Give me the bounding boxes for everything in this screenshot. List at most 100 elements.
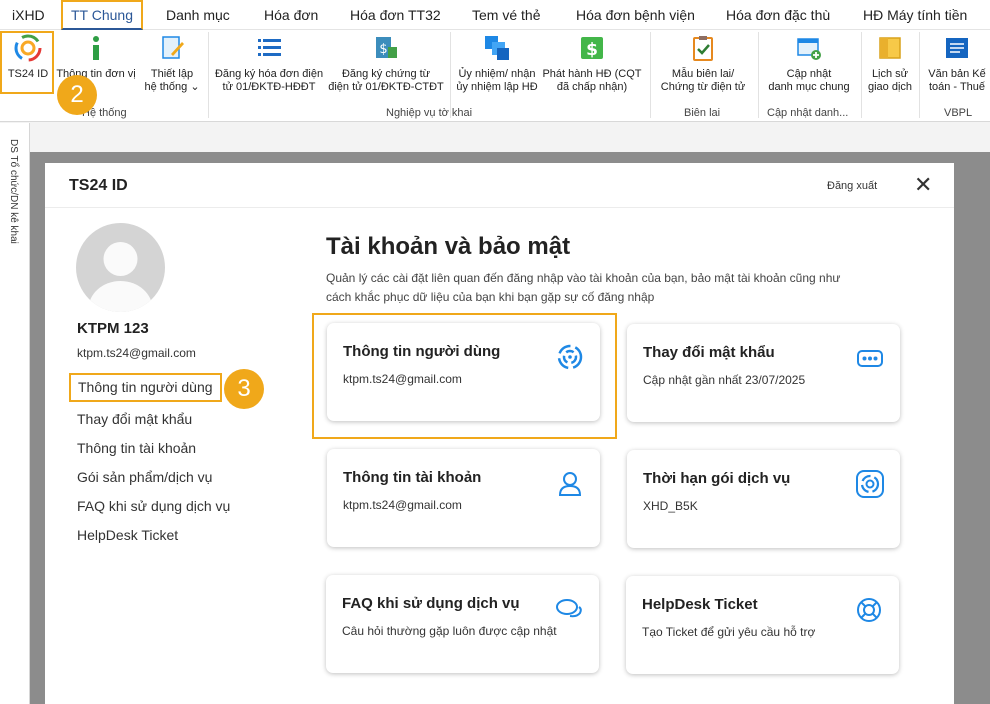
mau-bien-lai-label-1: Mẫu biên lai/ — [671, 68, 735, 80]
settings-document-icon — [162, 36, 184, 59]
dang-ky-hoa-don-label-2: tử 01/ĐKTĐ-HĐĐT — [222, 81, 316, 93]
logout-link[interactable]: Đăng xuất — [827, 180, 877, 192]
card-thoi-han-goi-dich-vu[interactable]: Thời hạn gói dịch vụ XHD_B5K — [627, 450, 900, 548]
swirl-badge-icon — [856, 470, 884, 498]
group-label-bien-lai: Biên lai — [684, 107, 721, 119]
money-document-icon: $ — [376, 37, 397, 58]
phat-hanh-hd-label-1: Phát hành HĐ (CQT — [542, 68, 642, 80]
tab-hoa-don-dac-thu[interactable]: Hóa đơn đặc thù — [726, 0, 830, 30]
avatar-silhouette-icon — [88, 242, 153, 312]
cap-nhat-label-2: danh mục chung — [768, 81, 850, 93]
ribbon-separator — [650, 32, 651, 118]
thiet-lap-label-2: hệ thống ⌄ — [144, 81, 200, 93]
tab-tt-chung[interactable]: TT Chung — [61, 0, 143, 30]
lich-su-label-1: Lịch sử — [871, 68, 909, 80]
nav-goi-san-pham[interactable]: Gói sản phẩm/dịch vụ — [77, 469, 212, 485]
cap-nhat-label-1: Cập nhật — [786, 68, 832, 80]
van-ban-label-1: Văn bản Kế — [928, 68, 986, 80]
nav-helpdesk[interactable]: HelpDesk Ticket — [77, 527, 178, 543]
avatar — [76, 223, 165, 312]
card-subtitle: XHD_B5K — [643, 499, 698, 513]
lich-su-giao-dich-button[interactable]: Lịch sử giao dịch — [864, 34, 916, 94]
ribbon-separator — [919, 32, 920, 118]
group-label-cap-nhat: Cập nhật danh... — [767, 107, 849, 119]
page-description: Quản lý các cài đặt liên quan đến đăng n… — [326, 271, 841, 304]
card-thay-doi-mat-khau[interactable]: Thay đổi mật khẩu Cập nhật gần nhất 23/0… — [627, 324, 900, 422]
tab-tem-ve-the[interactable]: Tem vé thẻ — [472, 0, 540, 30]
van-ban-ke-toan-button[interactable]: Văn bản Kế toán - Thuế — [924, 34, 990, 94]
dang-ky-hoa-don-label-1: Đăng ký hóa đơn điện — [214, 68, 324, 80]
uy-nhiem-button[interactable]: Ủy nhiệm/ nhận ủy nhiệm lập HĐ — [455, 34, 539, 94]
thong-tin-don-vi-button[interactable]: Thông tin đơn vị — [56, 34, 136, 81]
dang-ky-hoa-don-button[interactable]: Đăng ký hóa đơn điện tử 01/ĐKTĐ-HĐĐT — [213, 34, 325, 94]
nav-thong-tin-nguoi-dung[interactable]: Thông tin người dùng — [69, 373, 222, 402]
user-email: ktpm.ts24@gmail.com — [77, 346, 196, 360]
nav-faq[interactable]: FAQ khi sử dụng dịch vụ — [77, 498, 230, 514]
step-badge-3: 3 — [224, 369, 264, 409]
tab-hoa-don-benh-vien[interactable]: Hóa đơn bệnh viện — [576, 0, 695, 30]
van-ban-label-2: toán - Thuế — [928, 81, 986, 93]
thiet-lap-he-thong-button[interactable]: Thiết lập hệ thống ⌄ — [138, 34, 206, 94]
dang-ky-chung-tu-button[interactable]: $ Đăng ký chứng từ điện tử 01/ĐKTĐ-CTĐT — [328, 34, 444, 94]
mau-bien-lai-label-2: Chứng từ điện tử — [660, 81, 746, 93]
lifebuoy-icon — [857, 598, 881, 622]
mau-bien-lai-button[interactable]: Mẫu biên lai/ Chứng từ điện tử — [655, 34, 751, 94]
tab-hoa-don[interactable]: Hóa đơn — [264, 0, 318, 30]
card-subtitle: Câu hỏi thường gặp luôn được cập nhật — [342, 624, 557, 638]
divider — [45, 207, 954, 208]
dollar-sign-icon: $ — [581, 37, 603, 60]
card-subtitle: ktpm.ts24@gmail.com — [343, 498, 462, 512]
card-thong-tin-tai-khoan[interactable]: Thông tin tài khoản ktpm.ts24@gmail.com — [327, 449, 600, 547]
ribbon-toolbar: TS24 ID Thông tin đơn vị Thiết lập hệ th… — [0, 30, 990, 122]
svg-text:$: $ — [586, 40, 598, 60]
page-heading: Tài khoản và bảo mật — [326, 233, 571, 260]
menu-bar: iXHD TT Chung Danh mục Hóa đơn Hóa đơn T… — [0, 0, 990, 30]
card-subtitle: Cập nhật gần nhất 23/07/2025 — [643, 373, 806, 387]
uy-nhiem-label-1: Ủy nhiệm/ nhận — [458, 68, 536, 80]
card-title: HelpDesk Ticket — [642, 596, 758, 613]
lich-su-label-2: giao dịch — [867, 81, 913, 93]
user-icon — [558, 472, 582, 496]
window-add-icon — [797, 38, 821, 60]
card-title: Thời hạn gói dịch vụ — [643, 470, 791, 487]
ribbon-separator — [861, 32, 862, 118]
highlight-ts24-id — [0, 31, 54, 94]
card-title: Thay đổi mật khẩu — [643, 344, 775, 361]
user-name: KTPM 123 — [77, 320, 149, 337]
dang-ky-chung-tu-label-2: điện tử 01/ĐKTĐ-CTĐT — [328, 81, 444, 93]
svg-text:$: $ — [379, 42, 387, 57]
card-title: Thông tin tài khoản — [343, 469, 482, 486]
chat-bubbles-icon — [556, 599, 582, 618]
tab-ixhd[interactable]: iXHD — [12, 0, 45, 30]
dialog-title: TS24 ID — [69, 177, 128, 194]
document-list-icon — [946, 38, 968, 58]
card-title: FAQ khi sử dụng dịch vụ — [342, 595, 520, 612]
card-faq[interactable]: FAQ khi sử dụng dịch vụ Câu hỏi thường g… — [326, 575, 599, 673]
uy-nhiem-label-2: ủy nhiệm lập HĐ — [456, 81, 538, 93]
ribbon-separator — [758, 32, 759, 118]
nav-thong-tin-tai-khoan[interactable]: Thông tin tài khoản — [77, 440, 196, 456]
tab-hoa-don-tt32[interactable]: Hóa đơn TT32 — [350, 0, 441, 30]
card-subtitle: Tạo Ticket để gửi yêu cầu hỗ trợ — [642, 625, 816, 639]
ribbon-separator — [450, 32, 451, 118]
group-label-vbpl: VBPL — [944, 107, 973, 119]
password-dots-icon — [857, 350, 883, 367]
phat-hanh-hd-button[interactable]: $ Phát hành HĐ (CQT đã chấp nhận) — [541, 34, 643, 94]
cap-nhat-danh-muc-button[interactable]: Cập nhật danh mục chung — [764, 34, 854, 94]
tab-hd-may-tinh-tien[interactable]: HĐ Máy tính tiền — [863, 0, 967, 30]
phat-hanh-hd-label-2: đã chấp nhận) — [556, 81, 628, 93]
nav-thay-doi-mat-khau[interactable]: Thay đổi mật khẩu — [77, 411, 192, 427]
highlight-card-thong-tin — [312, 313, 617, 439]
list-icon — [258, 39, 281, 56]
tab-danh-muc[interactable]: Danh mục — [166, 0, 230, 30]
ribbon-separator — [208, 32, 209, 118]
close-button[interactable]: ✕ — [914, 173, 932, 197]
clipboard-check-icon — [693, 36, 713, 61]
side-panel[interactable]: DS Tổ chức/DN kê khai — [0, 123, 30, 704]
step-badge-2: 2 — [57, 75, 97, 115]
folder-history-icon — [879, 37, 901, 59]
dang-ky-chung-tu-label-1: Đăng ký chứng từ — [341, 68, 431, 80]
side-panel-label: DS Tổ chức/DN kê khai — [8, 139, 19, 244]
stacked-squares-icon — [485, 36, 509, 60]
card-helpdesk-ticket[interactable]: HelpDesk Ticket Tạo Ticket để gửi yêu cầ… — [626, 576, 899, 674]
